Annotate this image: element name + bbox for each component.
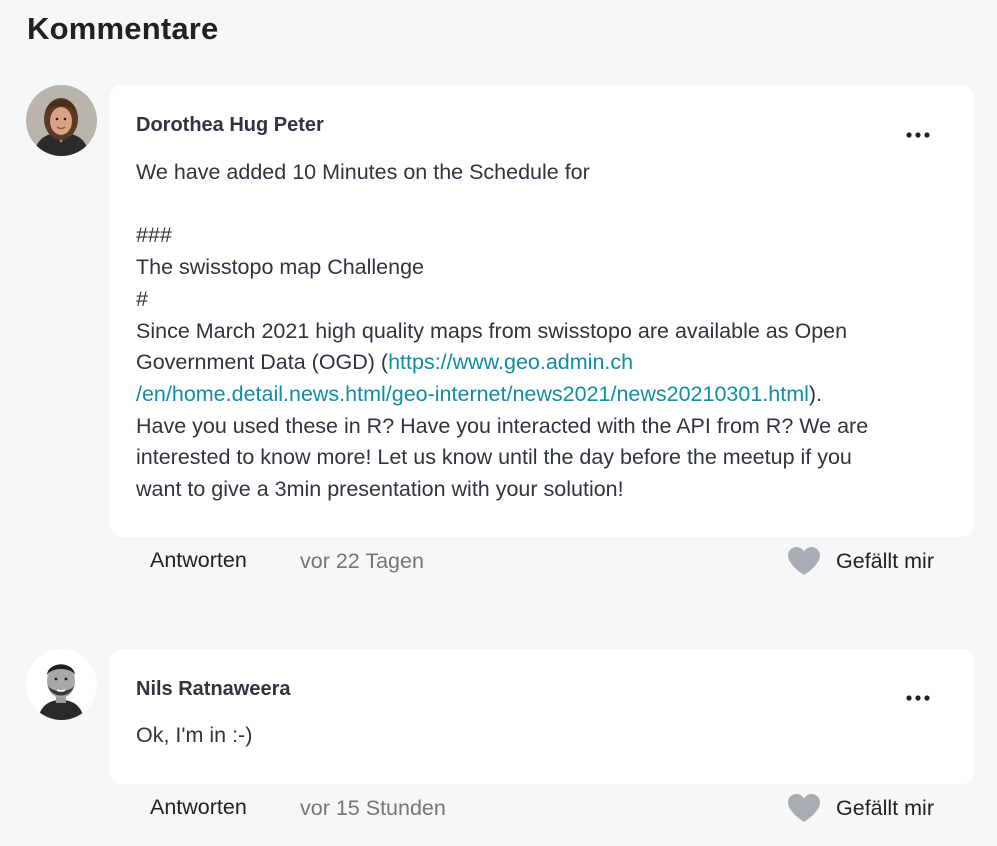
avatar-photo-man	[26, 649, 97, 720]
comment-text: Government Data (OGD) (	[136, 350, 389, 375]
comment-author[interactable]: Dorothea Hug Peter	[136, 114, 324, 137]
more-dots-icon	[906, 132, 930, 138]
section-title: Kommentare	[27, 11, 219, 46]
comment-text: ).	[808, 381, 823, 406]
more-dots-icon	[906, 695, 930, 701]
comment-body: Ok, I'm in :-)	[136, 720, 944, 752]
reply-button[interactable]: Antworten	[150, 795, 247, 820]
heart-icon	[788, 794, 821, 822]
avatar-photo-woman	[26, 85, 97, 156]
comment-line: ###	[136, 223, 172, 248]
comment-author[interactable]: Nils Ratnaweera	[136, 678, 291, 701]
comments-page: Kommentare Dorothea Hug Peter We have ad…	[0, 0, 997, 846]
comment-timestamp: vor 15 Stunden	[300, 796, 446, 820]
comment-actions: Antworten vor 22 Tagen Gefällt mir	[110, 542, 974, 582]
comment-body: We have added 10 Minutes on the Schedule…	[136, 157, 944, 506]
comment-line: Ok, I'm in :-)	[136, 723, 253, 747]
comment-line: #	[136, 286, 148, 311]
avatar[interactable]	[26, 649, 97, 720]
comment-line: Have you used these in R? Have you inter…	[136, 413, 869, 438]
like-label: Gefällt mir	[836, 795, 934, 820]
comment-line: want to give a 3min presentation with yo…	[136, 477, 624, 502]
like-button[interactable]: Gefällt mir	[787, 546, 934, 576]
comment-timestamp: vor 22 Tagen	[300, 549, 424, 573]
like-label: Gefällt mir	[836, 548, 934, 573]
comment-actions: Antworten vor 15 Stunden Gefällt mir	[110, 789, 974, 829]
comment-card: Dorothea Hug Peter We have added 10 Minu…	[110, 85, 974, 537]
comment-link[interactable]: https://www.geo.admin.ch	[388, 350, 633, 374]
more-options-button[interactable]	[904, 121, 932, 149]
reply-button[interactable]: Antworten	[150, 548, 247, 573]
more-options-button[interactable]	[904, 684, 932, 712]
avatar[interactable]	[26, 85, 97, 156]
comment-line: The swisstopo map Challenge	[136, 255, 425, 280]
comment-line: ​	[136, 189, 944, 221]
heart-icon	[788, 547, 821, 575]
comment-line: Since March 2021 high quality maps from …	[136, 318, 848, 343]
comment-link-continued[interactable]: /en/home.detail.news.html/geo-internet/n…	[136, 382, 809, 406]
comment-line: We have added 10 Minutes on the Schedule…	[136, 160, 590, 184]
comment-line: /en/home.detail.news.html/geo-internet/n…	[136, 379, 944, 411]
like-button[interactable]: Gefällt mir	[787, 793, 934, 823]
comment-line: interested to know more! Let us know unt…	[136, 445, 852, 470]
comment-line: Government Data (OGD) (https://www.geo.a…	[136, 347, 944, 379]
comment-card: Nils Ratnaweera Ok, I'm in :-)	[110, 649, 974, 784]
